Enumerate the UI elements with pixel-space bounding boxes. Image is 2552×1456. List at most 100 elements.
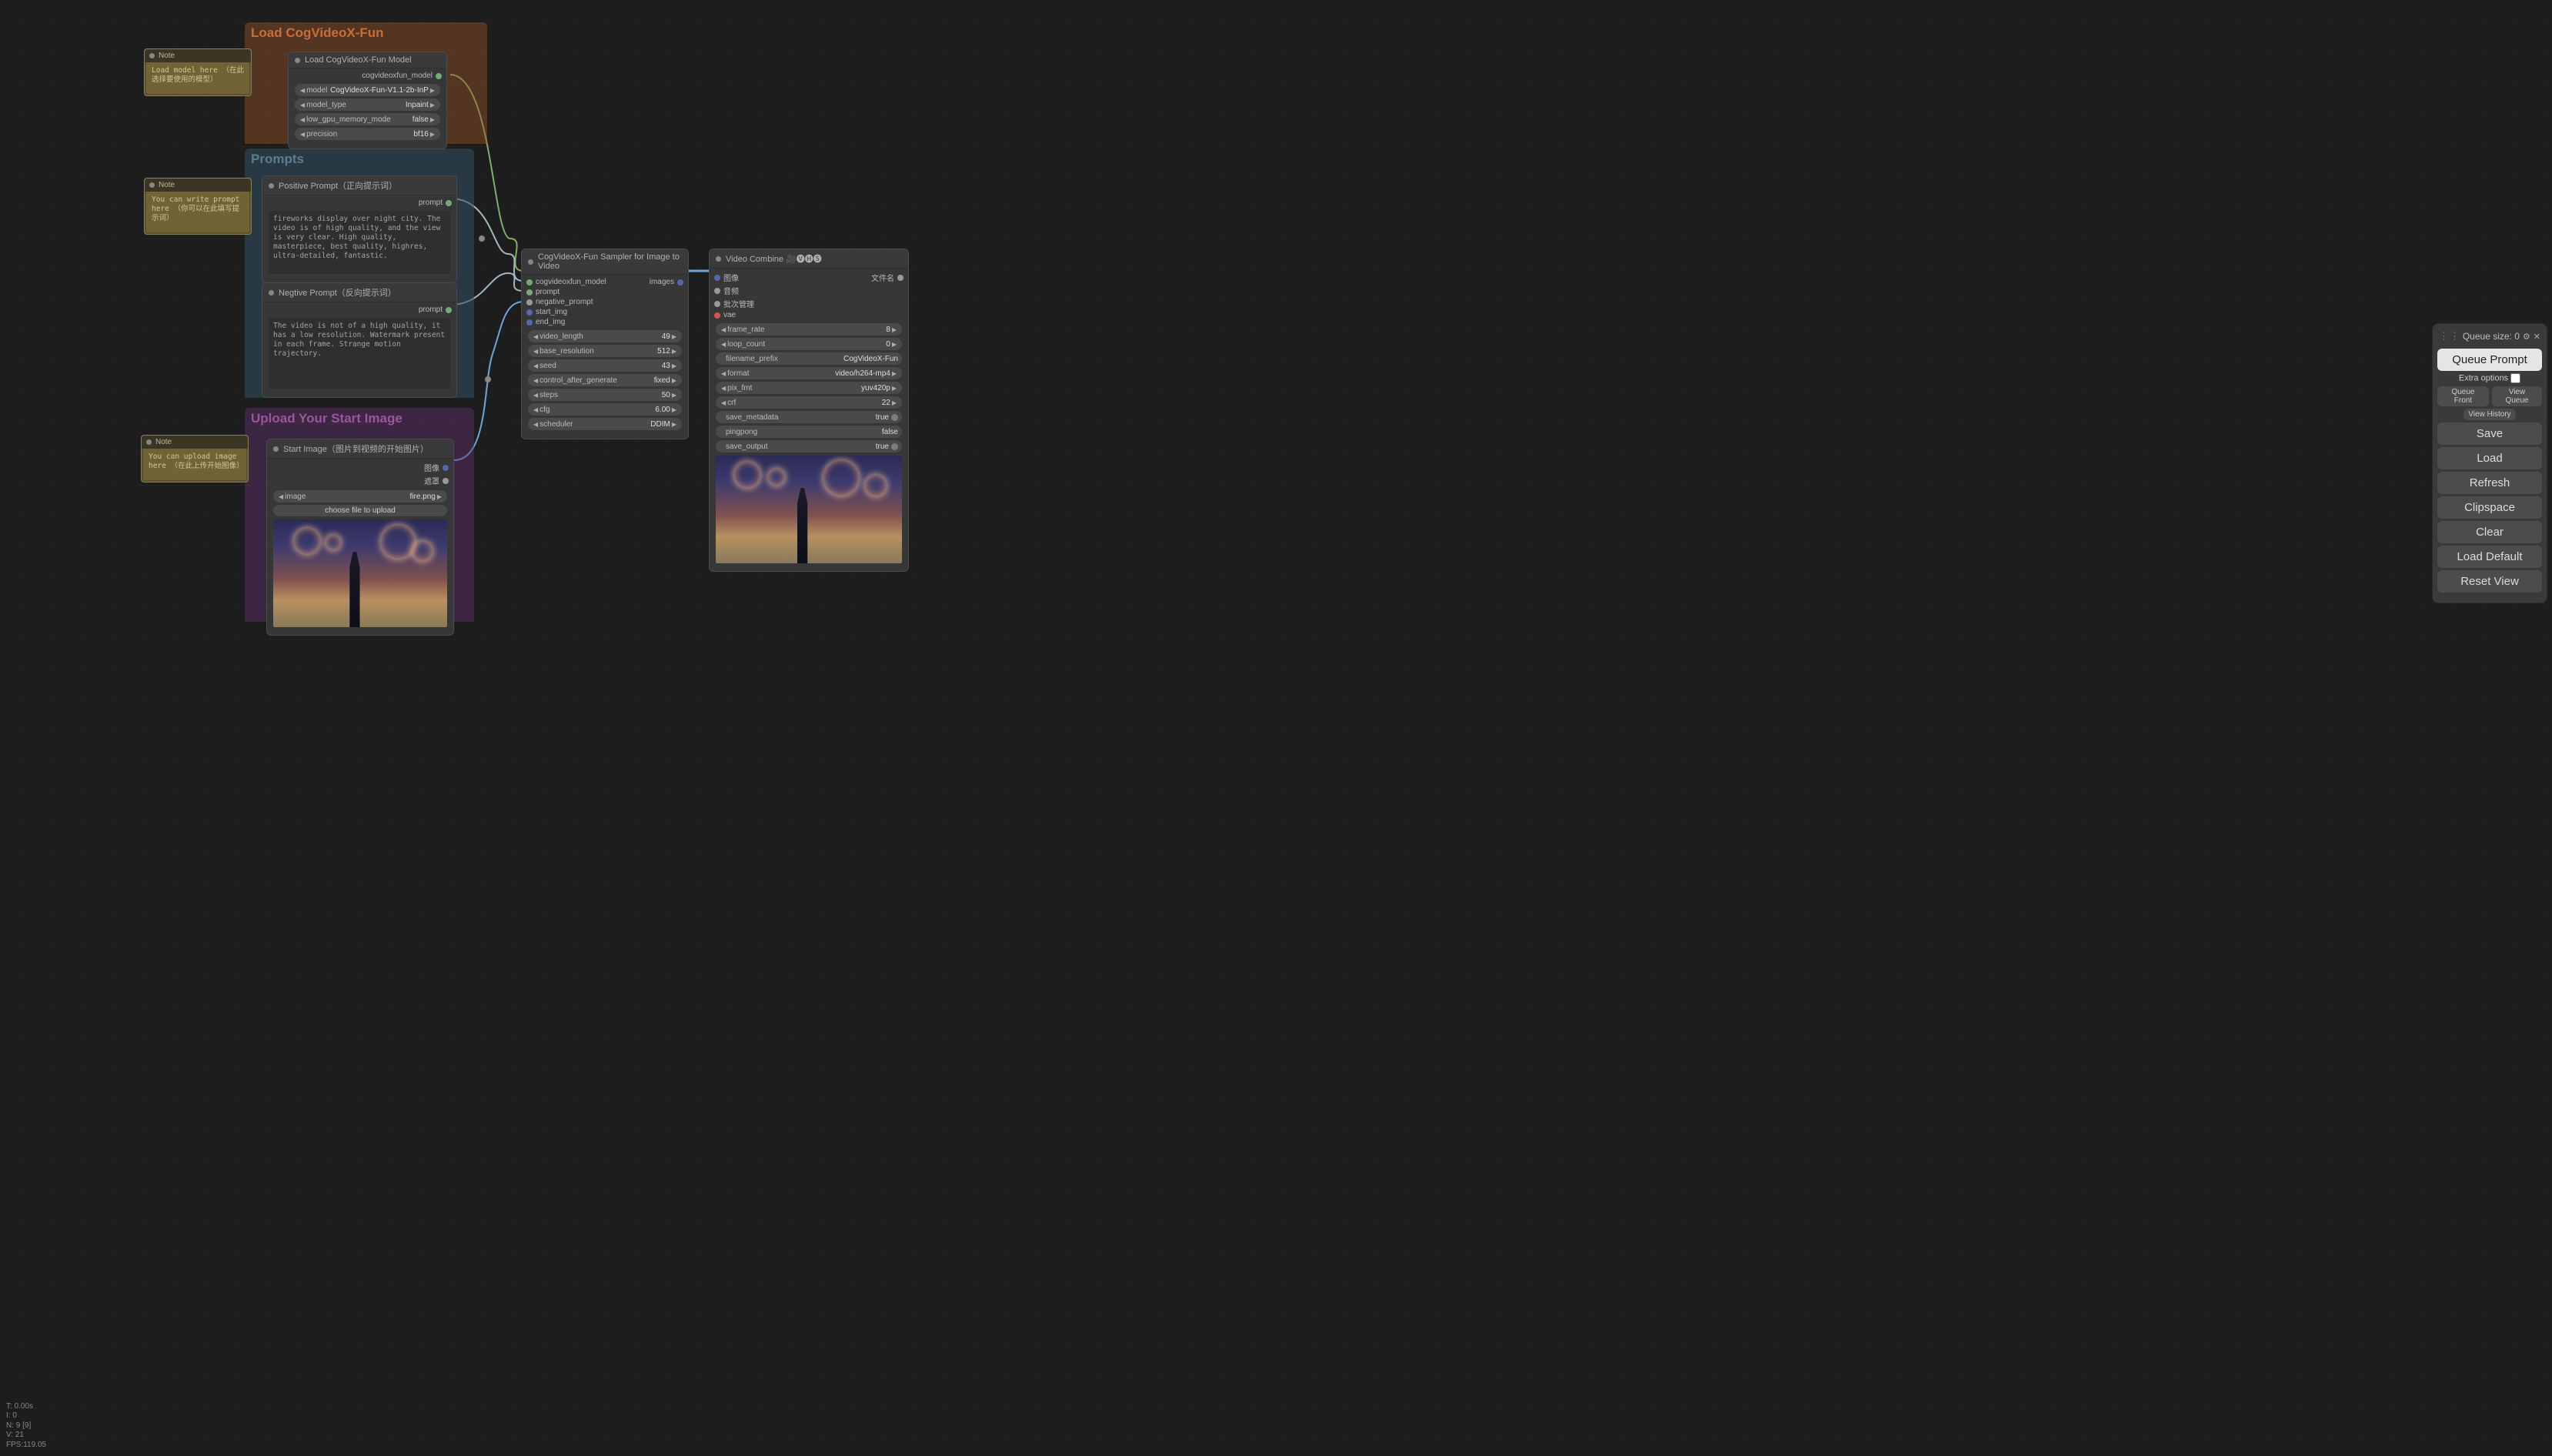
clear-button[interactable]: Clear	[2437, 521, 2542, 543]
note-body: Load model here （在此选择要使用的模型）	[145, 62, 251, 95]
input-port-image[interactable]: 图像	[714, 272, 871, 285]
widget-frame-rate[interactable]: ◀frame_rate8▶	[716, 323, 902, 336]
input-label: 音频	[723, 285, 739, 296]
output-port-images[interactable]: images	[650, 278, 683, 288]
widget-model[interactable]: ◀modelCogVideoX-Fun-V1.1-2b-InP▶	[295, 84, 440, 96]
widget-save-metadata[interactable]: save_metadatatrue	[716, 411, 902, 423]
save-button[interactable]: Save	[2437, 422, 2542, 445]
widget-base-resolution[interactable]: ◀base_resolution512▶	[528, 345, 682, 357]
refresh-button[interactable]: Refresh	[2437, 472, 2542, 494]
output-port-prompt[interactable]: prompt	[267, 199, 452, 209]
input-port-prompt[interactable]: prompt	[526, 288, 650, 298]
queue-size-label: Queue size:	[2463, 331, 2514, 342]
stat-v: V: 21	[6, 1431, 46, 1441]
widget-cfg[interactable]: ◀cfg6.00▶	[528, 403, 682, 416]
widget-pix-fmt[interactable]: ◀pix_fmtyuv420p▶	[716, 382, 902, 394]
node-head[interactable]: Negtive Prompt（反向提示词）	[262, 283, 456, 302]
output-port-model[interactable]: cogvideoxfun_model	[293, 72, 442, 82]
widget-model-type[interactable]: ◀model_typeInpaint▶	[295, 99, 440, 111]
positive-prompt-textarea[interactable]: fireworks display over night city. The v…	[269, 211, 450, 274]
output-port-prompt[interactable]: prompt	[267, 306, 452, 316]
input-label: cogvideoxfun_model	[536, 278, 606, 286]
note-load-model[interactable]: Note Load model here （在此选择要使用的模型）	[144, 48, 252, 96]
output-label: 图像	[424, 462, 439, 473]
view-queue-button[interactable]: View Queue	[2492, 386, 2542, 406]
node-title: Video Combine 🎥🅥🅗🅢	[726, 252, 822, 265]
note-prompts[interactable]: Note You can write prompt here （你可以在此填写提…	[144, 178, 252, 235]
node-positive-prompt[interactable]: Positive Prompt（正向提示词） prompt fireworks …	[262, 175, 457, 283]
node-sampler[interactable]: CogVideoX-Fun Sampler for Image to Video…	[521, 249, 689, 439]
drag-handle-icon[interactable]: ⋮⋮	[2439, 330, 2460, 342]
widget-filename-prefix[interactable]: filename_prefixCogVideoX-Fun	[716, 352, 902, 365]
widget-format[interactable]: ◀formatvideo/h264-mp4▶	[716, 367, 902, 379]
widget-scheduler[interactable]: ◀schedulerDDIM▶	[528, 418, 682, 430]
note-body: You can upload image here （在此上传开始图像）	[142, 449, 248, 482]
gear-icon[interactable]: ⚙	[2523, 332, 2530, 342]
input-port-audio[interactable]: 音频	[714, 285, 871, 298]
negative-prompt-textarea[interactable]: The video is not of a high quality, it h…	[269, 318, 450, 389]
node-title: CogVideoX-Fun Sampler for Image to Video	[538, 252, 682, 271]
node-start-image[interactable]: Start Image（图片到视频的开始图片） 图像 遮罩 ◀imagefire…	[266, 439, 454, 636]
widget-control-after-generate[interactable]: ◀control_after_generatefixed▶	[528, 374, 682, 386]
extra-options-label: Extra options	[2459, 373, 2508, 382]
clipspace-button[interactable]: Clipspace	[2437, 496, 2542, 519]
stat-i: I: 0	[6, 1411, 46, 1421]
node-head[interactable]: Positive Prompt（正向提示词）	[262, 176, 456, 195]
note-head-label: Note	[159, 181, 175, 189]
node-video-combine[interactable]: Video Combine 🎥🅥🅗🅢 图像 音频 批次管理 vae 文件名 ◀f…	[709, 249, 909, 572]
widget-image[interactable]: ◀imagefire.png▶	[273, 490, 447, 503]
input-label: end_img	[536, 318, 565, 326]
reset-view-button[interactable]: Reset View	[2437, 570, 2542, 593]
extra-options-row[interactable]: Extra options	[2437, 373, 2542, 383]
node-head[interactable]: Load CogVideoX-Fun Model	[289, 52, 446, 68]
output-port-mask[interactable]: 遮罩	[272, 475, 449, 488]
queue-size-value: 0	[2514, 331, 2520, 342]
view-history-button[interactable]: View History	[2463, 409, 2515, 420]
control-panel[interactable]: ⋮⋮ Queue size: 0 ⚙ ✕ Queue Prompt Extra …	[2432, 323, 2547, 603]
widget-steps[interactable]: ◀steps50▶	[528, 389, 682, 401]
node-head[interactable]: Start Image（图片到视频的开始图片）	[267, 439, 453, 459]
output-label: prompt	[419, 306, 443, 314]
widget-crf[interactable]: ◀crf22▶	[716, 396, 902, 409]
output-label: 文件名	[871, 272, 894, 283]
output-port-image[interactable]: 图像	[272, 462, 449, 475]
node-negative-prompt[interactable]: Negtive Prompt（反向提示词） prompt The video i…	[262, 282, 457, 398]
input-port-batch[interactable]: 批次管理	[714, 298, 871, 311]
input-port-start-img[interactable]: start_img	[526, 308, 650, 318]
note-body: You can write prompt here （你可以在此填写提示词）	[145, 192, 251, 234]
input-label: prompt	[536, 288, 560, 296]
note-head: Note	[145, 49, 251, 62]
stat-n: N: 9 [9]	[6, 1421, 46, 1431]
widget-precision[interactable]: ◀precisionbf16▶	[295, 128, 440, 140]
extra-options-checkbox[interactable]	[2510, 373, 2520, 383]
input-label: 图像	[723, 272, 739, 283]
widget-low-gpu[interactable]: ◀low_gpu_memory_modefalse▶	[295, 113, 440, 125]
input-label: 批次管理	[723, 298, 754, 309]
widget-save-output[interactable]: save_outputtrue	[716, 440, 902, 452]
input-label: negative_prompt	[536, 298, 593, 306]
note-upload[interactable]: Note You can upload image here （在此上传开始图像…	[141, 435, 249, 483]
close-icon[interactable]: ✕	[2534, 332, 2540, 342]
input-port-model[interactable]: cogvideoxfun_model	[526, 278, 650, 288]
load-button[interactable]: Load	[2437, 447, 2542, 469]
group-prompts-title: Prompts	[245, 149, 474, 170]
node-load-model[interactable]: Load CogVideoX-Fun Model cogvideoxfun_mo…	[288, 52, 447, 149]
widget-pingpong[interactable]: pingpongfalse	[716, 426, 902, 438]
input-port-end-img[interactable]: end_img	[526, 318, 650, 328]
note-head: Note	[145, 179, 251, 192]
output-port-filename[interactable]: 文件名	[871, 272, 904, 285]
queue-front-button[interactable]: Queue Front	[2437, 386, 2489, 406]
input-port-vae[interactable]: vae	[714, 311, 871, 321]
output-label: cogvideoxfun_model	[362, 72, 433, 80]
node-head[interactable]: Video Combine 🎥🅥🅗🅢	[710, 249, 908, 269]
choose-file-button[interactable]: choose file to upload	[273, 505, 447, 516]
node-head[interactable]: CogVideoX-Fun Sampler for Image to Video	[522, 249, 688, 275]
input-port-neg-prompt[interactable]: negative_prompt	[526, 298, 650, 308]
widget-video-length[interactable]: ◀video_length49▶	[528, 330, 682, 342]
input-label: start_img	[536, 308, 567, 316]
widget-seed[interactable]: ◀seed43▶	[528, 359, 682, 372]
load-default-button[interactable]: Load Default	[2437, 546, 2542, 568]
widget-loop-count[interactable]: ◀loop_count0▶	[716, 338, 902, 350]
panel-header[interactable]: ⋮⋮ Queue size: 0 ⚙ ✕	[2437, 329, 2542, 346]
queue-prompt-button[interactable]: Queue Prompt	[2437, 349, 2542, 371]
